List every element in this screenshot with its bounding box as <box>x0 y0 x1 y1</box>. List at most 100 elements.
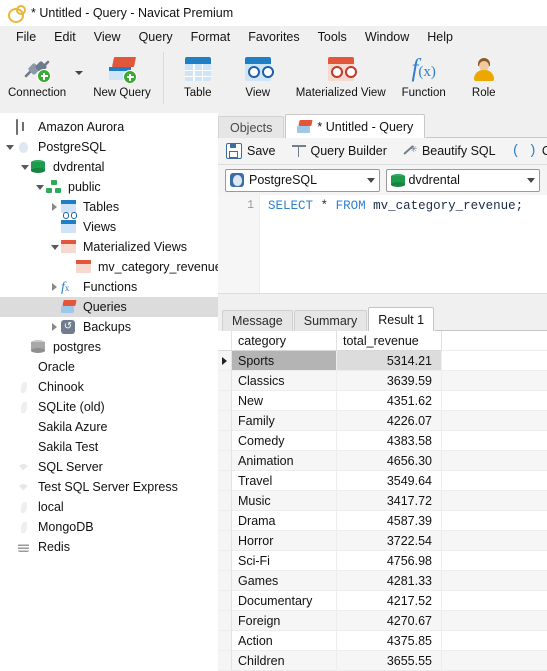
table-row[interactable]: Family 4226.07 <box>218 411 547 431</box>
row-selector[interactable] <box>218 451 232 471</box>
result-grid[interactable]: category total_revenue Sports 5314.21 Clas… <box>218 331 547 671</box>
row-selector[interactable] <box>218 391 232 411</box>
twisty-closed-icon[interactable] <box>48 323 61 331</box>
cell-total-revenue[interactable]: 4226.07 <box>337 411 442 431</box>
cell-total-revenue[interactable]: 4270.67 <box>337 611 442 631</box>
table-row[interactable]: Music 3417.72 <box>218 491 547 511</box>
cell-total-revenue[interactable]: 4375.85 <box>337 631 442 651</box>
twisty-closed-icon[interactable] <box>48 283 61 291</box>
cell-total-revenue[interactable]: 4587.39 <box>337 511 442 531</box>
sidebar-item-sakila-azure[interactable]: Sakila Azure <box>0 417 218 437</box>
column-header-total-revenue[interactable]: total_revenue <box>337 331 442 351</box>
sidebar-item-redis[interactable]: Redis <box>0 537 218 557</box>
row-selector[interactable] <box>218 491 232 511</box>
ribbon-view-button[interactable]: View <box>228 50 288 99</box>
cell-total-revenue[interactable]: 3722.54 <box>337 531 442 551</box>
connection-select[interactable]: PostgreSQL <box>225 168 380 192</box>
cell-total-revenue[interactable]: 4351.62 <box>337 391 442 411</box>
twisty-open-icon[interactable] <box>48 245 61 250</box>
sidebar-item-postgres[interactable]: postgres <box>0 337 218 357</box>
sidebar-item-public[interactable]: public <box>0 177 218 197</box>
cell-category[interactable]: New <box>232 391 337 411</box>
sidebar-item-test-sql-server-express[interactable]: Test SQL Server Express <box>0 477 218 497</box>
sidebar-item-sql-server[interactable]: SQL Server <box>0 457 218 477</box>
menu-item-query[interactable]: Query <box>130 28 182 46</box>
row-selector[interactable] <box>218 531 232 551</box>
beautify-sql-button[interactable]: Beautify SQL <box>395 144 504 158</box>
row-selector[interactable] <box>218 631 232 651</box>
ribbon-role-button[interactable]: Role <box>454 50 514 99</box>
table-row[interactable]: Documentary 4217.52 <box>218 591 547 611</box>
menu-item-help[interactable]: Help <box>418 28 462 46</box>
row-selector[interactable] <box>218 511 232 531</box>
cell-category[interactable]: Action <box>232 631 337 651</box>
table-row[interactable]: Action 4375.85 <box>218 631 547 651</box>
ribbon-function-button[interactable]: f(x) Function <box>394 50 454 99</box>
database-select[interactable]: dvdrental <box>385 168 540 192</box>
table-row[interactable]: Drama 4587.39 <box>218 511 547 531</box>
sidebar-item-postgresql[interactable]: PostgreSQL <box>0 137 218 157</box>
editor-code[interactable]: SELECT * FROM mv_category_revenue; <box>260 195 547 293</box>
menu-item-edit[interactable]: Edit <box>45 28 85 46</box>
ribbon-materialized-view-button[interactable]: Materialized View <box>288 50 394 99</box>
result-tab-summary[interactable]: Summary <box>293 310 368 331</box>
table-row[interactable]: Sci-Fi 4756.98 <box>218 551 547 571</box>
ribbon-connection-button[interactable]: Connection <box>0 50 74 99</box>
twisty-closed-icon[interactable] <box>48 203 61 211</box>
cell-total-revenue[interactable]: 4217.52 <box>337 591 442 611</box>
twisty-open-icon[interactable] <box>3 145 16 150</box>
column-header-category[interactable]: category <box>232 331 337 351</box>
cell-category[interactable]: Music <box>232 491 337 511</box>
cell-category[interactable]: Travel <box>232 471 337 491</box>
twisty-open-icon[interactable] <box>18 165 31 170</box>
sidebar-item-materialized-views[interactable]: Materialized Views <box>0 237 218 257</box>
sidebar-item-chinook[interactable]: Chinook <box>0 377 218 397</box>
cell-category[interactable]: Games <box>232 571 337 591</box>
cell-total-revenue[interactable]: 3417.72 <box>337 491 442 511</box>
sidebar-item-queries[interactable]: Queries <box>0 297 218 317</box>
sidebar-item-tables[interactable]: Tables <box>0 197 218 217</box>
row-selector[interactable] <box>218 471 232 491</box>
row-selector[interactable] <box>218 551 232 571</box>
cell-category[interactable]: Drama <box>232 511 337 531</box>
table-row[interactable]: Animation 4656.30 <box>218 451 547 471</box>
cell-total-revenue[interactable]: 4383.58 <box>337 431 442 451</box>
cell-total-revenue[interactable]: 3549.64 <box>337 471 442 491</box>
table-row[interactable]: New 4351.62 <box>218 391 547 411</box>
menu-item-window[interactable]: Window <box>356 28 418 46</box>
row-selector[interactable] <box>218 651 232 671</box>
table-row[interactable]: Travel 3549.64 <box>218 471 547 491</box>
tab-objects[interactable]: Objects <box>218 116 285 138</box>
sidebar-item-sqlite-old[interactable]: SQLite (old) <box>0 397 218 417</box>
row-selector[interactable] <box>218 411 232 431</box>
table-row[interactable]: Sports 5314.21 <box>218 351 547 371</box>
sidebar-item-backups[interactable]: ↺ Backups <box>0 317 218 337</box>
query-builder-button[interactable]: Query Builder <box>284 144 395 158</box>
menu-item-view[interactable]: View <box>85 28 130 46</box>
connection-tree-sidebar[interactable]: Amazon Aurora PostgreSQL dvdrental public Ta… <box>0 113 218 671</box>
result-tab-message[interactable]: Message <box>222 310 293 331</box>
cell-total-revenue[interactable]: 4756.98 <box>337 551 442 571</box>
cell-category[interactable]: Foreign <box>232 611 337 631</box>
cell-total-revenue[interactable]: 4656.30 <box>337 451 442 471</box>
menu-item-file[interactable]: File <box>7 28 45 46</box>
cell-total-revenue[interactable]: 4281.33 <box>337 571 442 591</box>
cell-category[interactable]: Documentary <box>232 591 337 611</box>
table-row[interactable]: Children 3655.55 <box>218 651 547 671</box>
row-selector[interactable] <box>218 431 232 451</box>
row-selector[interactable] <box>218 371 232 391</box>
tab-untitled-query[interactable]: * Untitled - Query <box>285 114 426 138</box>
cell-total-revenue[interactable]: 3639.59 <box>337 371 442 391</box>
cell-total-revenue[interactable]: 3655.55 <box>337 651 442 671</box>
table-row[interactable]: Classics 3639.59 <box>218 371 547 391</box>
table-row[interactable]: Games 4281.33 <box>218 571 547 591</box>
sidebar-item-views[interactable]: Views <box>0 212 218 237</box>
cell-category[interactable]: Animation <box>232 451 337 471</box>
menu-item-format[interactable]: Format <box>182 28 240 46</box>
table-row[interactable]: Foreign 4270.67 <box>218 611 547 631</box>
row-selector[interactable] <box>218 351 232 371</box>
sidebar-item-oracle[interactable]: Oracle <box>0 357 218 377</box>
sql-editor[interactable]: 1 SELECT * FROM mv_category_revenue; <box>218 195 547 294</box>
row-selector[interactable] <box>218 571 232 591</box>
code-snippet-button[interactable]: ( ) Code S <box>504 143 547 159</box>
